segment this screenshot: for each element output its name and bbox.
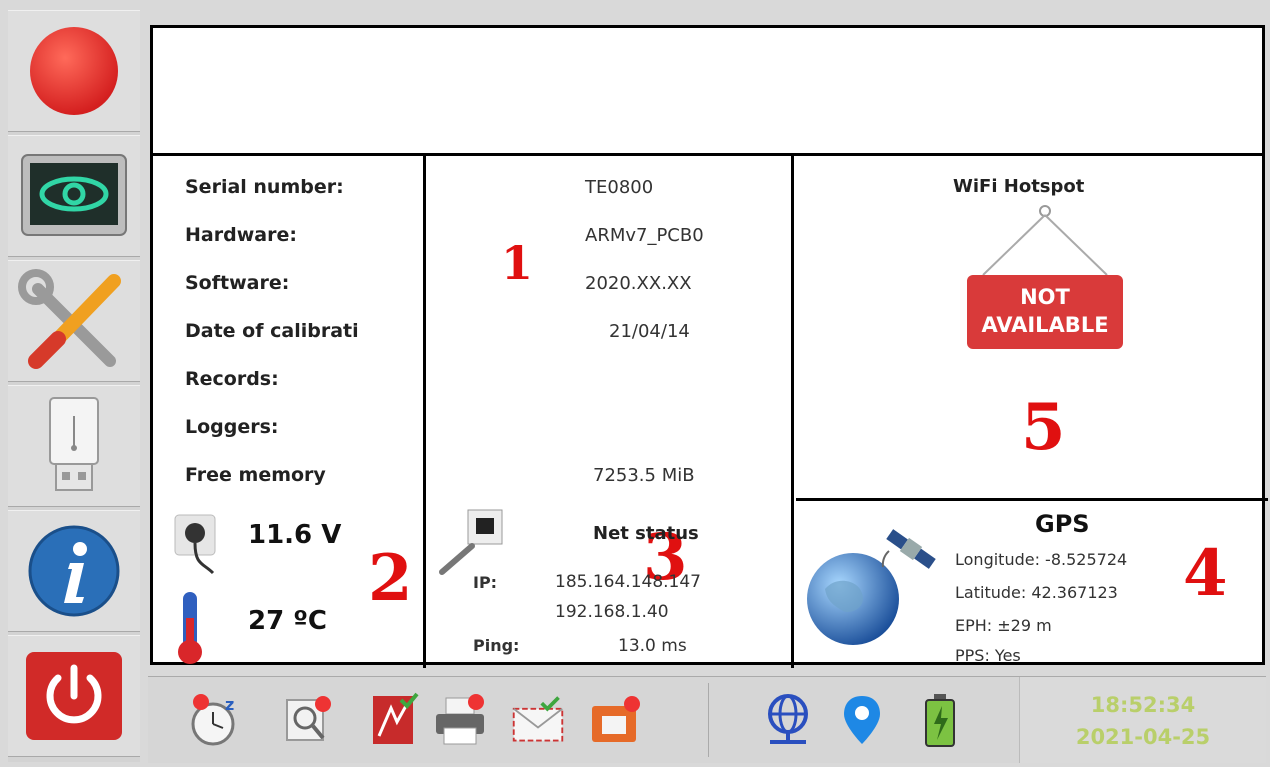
sleep-clock-button[interactable]: z: [188, 691, 244, 749]
ip-public-value: 185.164.148.147: [555, 572, 702, 592]
voltage-value: 11.6 V: [248, 520, 342, 550]
email-button[interactable]: [510, 691, 566, 749]
magnifier-icon: [286, 696, 331, 741]
settings-button[interactable]: [8, 260, 140, 382]
hardware-label: Hardware:: [185, 224, 297, 246]
power-button[interactable]: [8, 635, 140, 757]
hardware-value: ARMv7_PCB0: [585, 225, 704, 246]
wifi-title: WiFi Hotspot: [953, 176, 1085, 197]
gps-title: GPS: [1035, 510, 1090, 538]
annotation-4: 4: [1183, 536, 1228, 611]
records-label: Records:: [185, 368, 279, 390]
sign-line-2: AVAILABLE: [981, 313, 1109, 337]
ping-value: 13.0 ms: [618, 636, 687, 656]
network-globe-icon: [768, 694, 808, 744]
main-panel: Serial number: Hardware: Software: Date …: [150, 25, 1268, 668]
globe-satellite-icon: [807, 529, 936, 645]
divider: [791, 153, 794, 668]
clock-panel: 18:52:34 2021-04-25: [1019, 677, 1266, 763]
sleep-clock-icon: z: [191, 694, 235, 746]
location-pin-icon: [844, 696, 880, 744]
taskbar: z 18:52:34 2021-04-25: [148, 676, 1266, 763]
loggers-label: Loggers:: [185, 416, 279, 438]
pdf-report-icon: [373, 692, 419, 744]
gps-eph: EPH: ±29 m: [955, 616, 1052, 635]
monitor-button[interactable]: [8, 135, 140, 257]
folder-button[interactable]: [588, 691, 644, 749]
serial-label: Serial number:: [185, 176, 344, 198]
divider: [423, 153, 426, 668]
printer-icon: [436, 694, 484, 745]
report-button[interactable]: [366, 691, 422, 749]
gps-longitude: Longitude: -8.525724: [955, 550, 1128, 569]
power-plug-icon: [174, 514, 216, 575]
tools-icon: [18, 269, 121, 369]
gps-pps: PPS: Yes: [955, 646, 1021, 665]
location-button[interactable]: [834, 691, 890, 749]
sign-line-1: NOT: [1020, 285, 1070, 309]
usb-button[interactable]: [8, 385, 140, 507]
record-icon: [30, 27, 118, 115]
battery-charging-icon: [925, 694, 955, 747]
power-icon: [26, 652, 122, 740]
search-log-button[interactable]: [282, 691, 338, 749]
usb-icon: [49, 397, 99, 491]
header-area: [153, 28, 1262, 156]
not-available-sign-text: NOT AVAILABLE: [967, 283, 1123, 339]
email-icon: [512, 696, 564, 742]
svg-text:z: z: [225, 695, 234, 714]
info-button[interactable]: [8, 510, 140, 632]
calibration-label: Date of calibrati: [185, 320, 359, 342]
folder-icon: [592, 696, 640, 742]
print-button[interactable]: [432, 691, 488, 749]
annotation-5: 5: [1021, 390, 1066, 465]
record-button[interactable]: [8, 10, 140, 132]
eye-monitor-icon: [21, 154, 127, 236]
separator: [708, 683, 709, 757]
battery-button[interactable]: [912, 691, 968, 749]
free-memory-label: Free memory: [185, 464, 326, 486]
clock-time: 18:52:34: [1090, 693, 1196, 717]
divider: [796, 498, 1268, 501]
free-memory-value: 7253.5 MiB: [593, 465, 695, 486]
ethernet-icon: [439, 509, 503, 575]
serial-value: TE0800: [585, 177, 654, 198]
thermometer-icon: [178, 592, 202, 664]
info-icon: [28, 525, 120, 617]
software-label: Software:: [185, 272, 290, 294]
clock-date: 2021-04-25: [1075, 725, 1211, 749]
temperature-value: 27 ºC: [248, 606, 327, 636]
annotation-2: 2: [368, 541, 413, 616]
annotation-1: 1: [501, 236, 534, 290]
sidebar: [8, 10, 140, 762]
software-value: 2020.XX.XX: [585, 273, 692, 294]
net-status-title: Net status: [593, 523, 699, 544]
ip-local-value: 192.168.1.40: [555, 602, 669, 622]
gps-latitude: Latitude: 42.367123: [955, 583, 1118, 602]
network-button[interactable]: [760, 691, 816, 749]
ping-label: Ping:: [473, 636, 520, 655]
calibration-value: 21/04/14: [609, 321, 690, 342]
ip-label: IP:: [473, 573, 498, 592]
